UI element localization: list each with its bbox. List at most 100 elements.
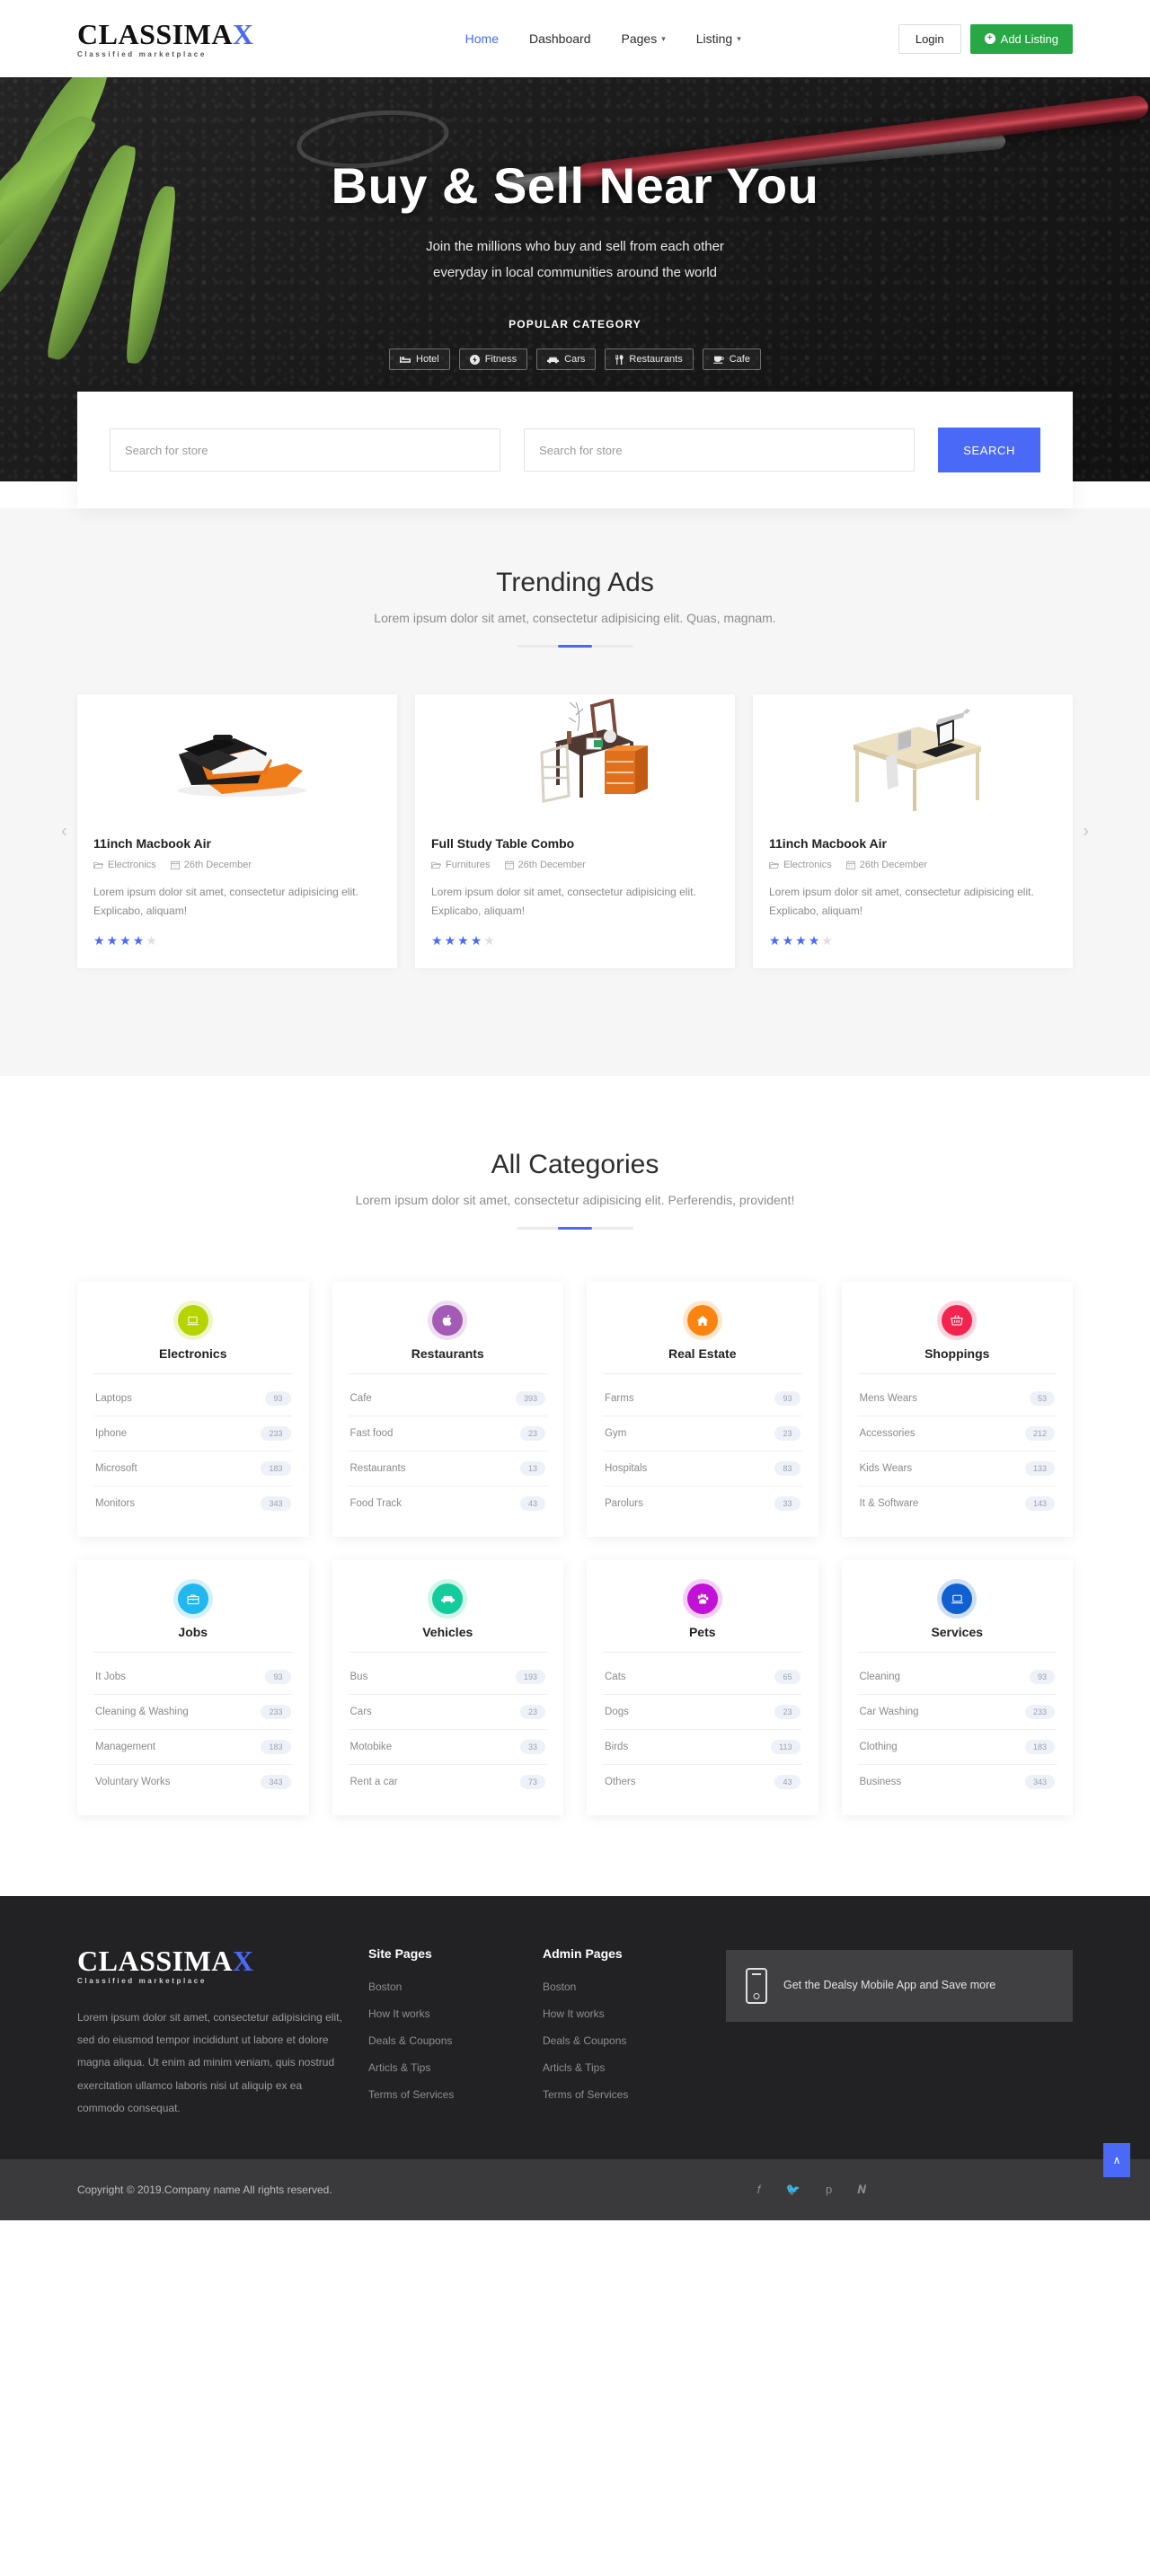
- category-item-row[interactable]: Farms 93: [603, 1381, 802, 1416]
- star-filled: ★: [769, 933, 781, 948]
- category-item-row[interactable]: Gym 23: [603, 1416, 802, 1451]
- category-item-row[interactable]: Motobike 33: [348, 1730, 547, 1765]
- category-item-row[interactable]: Cleaning & Washing 233: [93, 1695, 293, 1730]
- category-item-row[interactable]: Dogs 23: [603, 1695, 802, 1730]
- footer-link[interactable]: Boston: [543, 1981, 704, 1993]
- category-item-row[interactable]: Management 183: [93, 1730, 293, 1765]
- category-item-row[interactable]: It & Software 143: [858, 1486, 1057, 1521]
- category-item-count: 393: [515, 1391, 545, 1406]
- category-item-label: Kids Wears: [859, 1463, 913, 1474]
- category-item-row[interactable]: Cafe 393: [348, 1381, 547, 1416]
- carousel-next-icon[interactable]: ›: [1083, 821, 1089, 842]
- category-item-label: Food Track: [349, 1498, 402, 1509]
- search-button[interactable]: SEARCH: [938, 428, 1040, 472]
- category-item-row[interactable]: Food Track 43: [349, 1486, 548, 1521]
- category-item-row[interactable]: It Jobs 93: [93, 1660, 293, 1695]
- footer-link[interactable]: Deals & Coupons: [368, 2034, 521, 2047]
- category-item-row[interactable]: Rent a car 73: [349, 1765, 548, 1799]
- category-item-row[interactable]: Hospitals 83: [603, 1451, 802, 1486]
- site-footer: CLASSIMAX Classified marketplace Lorem i…: [0, 1896, 1150, 2159]
- category-item-row[interactable]: Microsoft 183: [93, 1451, 293, 1486]
- category-item-row[interactable]: Fast food 23: [348, 1416, 547, 1451]
- category-card[interactable]: Services Cleaning 93 Car Washing 233 Clothing…: [841, 1560, 1073, 1815]
- category-card-title: Real Estate: [603, 1346, 802, 1374]
- category-item-row[interactable]: Cars 23: [348, 1695, 547, 1730]
- carousel-prev-icon[interactable]: ‹: [61, 821, 67, 842]
- category-card[interactable]: Electronics Laptops 93 Iphone 233 Microsoft 18…: [77, 1282, 309, 1537]
- category-pill-cafe[interactable]: Cafe: [702, 348, 761, 370]
- category-card[interactable]: Jobs It Jobs 93 Cleaning & Washing 233 Manage…: [77, 1560, 309, 1815]
- category-item-list: Laptops 93 Iphone 233 Microsoft 183 Monitors 34…: [93, 1381, 293, 1521]
- mobile-app-banner[interactable]: Get the Dealsy Mobile App and Save more: [726, 1950, 1073, 2022]
- star-filled: ★: [444, 933, 456, 948]
- footer-link[interactable]: Articls & Tips: [543, 2061, 704, 2074]
- category-item-row[interactable]: Cats 65: [603, 1660, 802, 1695]
- hero-subtitle-line-1: Join the millions who buy and sell from …: [426, 239, 724, 254]
- ad-card[interactable]: 11inch Macbook Air Electronics 26th Dece…: [753, 694, 1073, 968]
- category-pill-restaurants[interactable]: Restaurants: [605, 348, 694, 370]
- category-item-label: Motobike: [349, 1742, 393, 1752]
- category-item-row[interactable]: Business 343: [858, 1765, 1057, 1799]
- category-item-list: Farms 93 Gym 23 Hospitals 83 Parolurs 33: [603, 1381, 802, 1521]
- category-item-row[interactable]: Others 43: [603, 1765, 802, 1799]
- laptop-icon: [177, 1305, 208, 1336]
- footer-link[interactable]: Articls & Tips: [368, 2061, 521, 2074]
- star-filled: ★: [431, 933, 443, 948]
- category-card[interactable]: Shoppings Mens Wears 53 Accessories 212 Kids …: [841, 1282, 1073, 1537]
- pill-label: Cafe: [729, 354, 750, 365]
- nav-item-pages[interactable]: Pages ▾: [622, 31, 666, 46]
- ad-card[interactable]: 11inch Macbook Air Electronics 26th Dece…: [77, 694, 397, 968]
- category-item-row[interactable]: Mens Wears 53: [857, 1381, 1057, 1416]
- category-item-count: 343: [261, 1775, 291, 1789]
- facebook-icon[interactable]: 𝑓: [757, 2183, 761, 2197]
- search-input-location[interactable]: [524, 428, 916, 472]
- category-item-count: 212: [1024, 1426, 1055, 1441]
- category-item-row[interactable]: Kids Wears 133: [857, 1451, 1057, 1486]
- search-input-keyword[interactable]: [110, 428, 501, 472]
- category-card[interactable]: Restaurants Cafe 393 Fast food 23 Restaurants…: [332, 1282, 563, 1537]
- category-item-row[interactable]: Voluntary Works 343: [93, 1765, 293, 1799]
- category-item-row[interactable]: Laptops 93: [93, 1381, 293, 1416]
- twitter-icon[interactable]: 🐦: [786, 2183, 801, 2197]
- category-item-row[interactable]: Bus 193: [348, 1660, 547, 1695]
- category-item-label: Mens Wears: [859, 1393, 917, 1404]
- category-item-row[interactable]: Iphone 233: [93, 1416, 293, 1451]
- nav-item-dashboard[interactable]: Dashboard: [529, 31, 591, 46]
- category-card[interactable]: Vehicles Bus 193 Cars 23 Motobike 33 Rent a car…: [332, 1560, 563, 1815]
- pinterest-icon[interactable]: р: [826, 2183, 832, 2197]
- category-pill-fitness[interactable]: Fitness: [458, 348, 528, 370]
- login-button[interactable]: Login: [898, 23, 961, 54]
- category-item-row[interactable]: Parolurs 33: [603, 1486, 802, 1521]
- category-item-row[interactable]: Accessories 212: [857, 1416, 1057, 1451]
- footer-link[interactable]: Terms of Services: [543, 2088, 704, 2101]
- brand-wordmark: CLASSIMAX: [77, 17, 254, 50]
- vimeo-icon[interactable]: 𝑵: [857, 2183, 866, 2197]
- footer-link[interactable]: Deals & Coupons: [543, 2034, 704, 2047]
- category-pill-hotel[interactable]: Hotel: [389, 348, 450, 370]
- category-item-row[interactable]: Birds 113: [603, 1730, 802, 1765]
- category-item-count: 233: [1024, 1705, 1055, 1719]
- category-item-row[interactable]: Restaurants 13: [348, 1451, 547, 1486]
- star-filled: ★: [782, 933, 794, 948]
- nav-item-listing[interactable]: Listing ▾: [696, 31, 741, 46]
- footer-link[interactable]: Terms of Services: [368, 2088, 521, 2101]
- category-card[interactable]: Pets Cats 65 Dogs 23 Birds 113 Others 43: [587, 1560, 818, 1815]
- brand-logo[interactable]: CLASSIMAX Classified marketplace: [77, 20, 254, 58]
- ad-card[interactable]: Full Study Table Combo Furnitures 26th D…: [415, 694, 735, 968]
- footer-link[interactable]: Boston: [368, 1981, 521, 1993]
- category-item-row[interactable]: Cleaning 93: [857, 1660, 1057, 1695]
- bolt-icon: [469, 354, 480, 365]
- add-listing-button[interactable]: + Add Listing: [969, 23, 1073, 54]
- category-card[interactable]: Real Estate Farms 93 Gym 23 Hospitals 83 Parolu…: [587, 1282, 818, 1537]
- footer-link[interactable]: How It works: [543, 2007, 704, 2020]
- category-item-count: 93: [774, 1391, 801, 1406]
- category-item-row[interactable]: Clothing 183: [857, 1730, 1057, 1765]
- scroll-to-top-button[interactable]: ∧: [1103, 2142, 1130, 2177]
- category-item-row[interactable]: Monitors 343: [93, 1486, 293, 1521]
- category-pill-cars[interactable]: Cars: [536, 348, 597, 370]
- nav-item-home[interactable]: Home: [465, 31, 499, 46]
- footer-link[interactable]: How It works: [368, 2007, 521, 2020]
- category-item-row[interactable]: Car Washing 233: [857, 1695, 1057, 1730]
- footer-logo[interactable]: CLASSIMAX Classified marketplace: [77, 1946, 347, 1985]
- category-card-title: Restaurants: [348, 1346, 547, 1374]
